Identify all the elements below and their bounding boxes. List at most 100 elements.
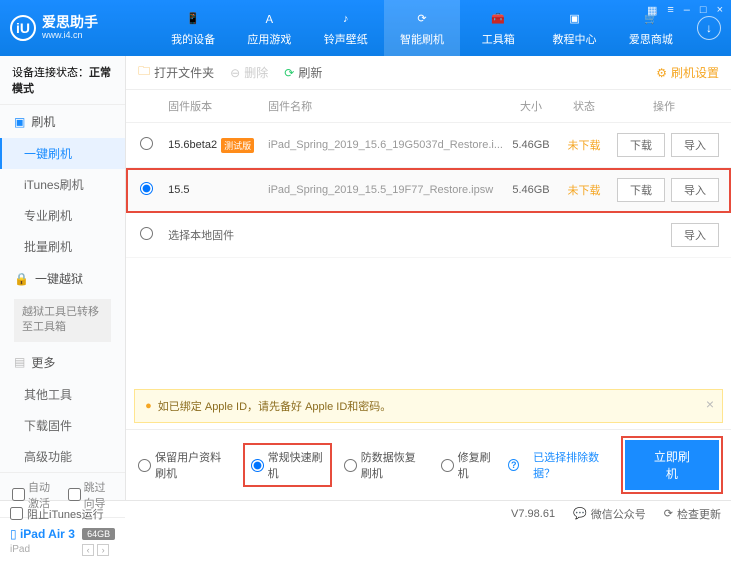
- nav-item-4[interactable]: 🧰工具箱: [460, 0, 536, 56]
- info-icon[interactable]: ?: [508, 459, 519, 471]
- nav-item-5[interactable]: ▣教程中心: [536, 0, 612, 56]
- device-prev-icon[interactable]: ‹: [82, 544, 94, 556]
- toolbar: 🗀打开文件夹 ⊖删除 ⟳刷新 ⚙刷机设置: [126, 56, 731, 90]
- nav-label: 铃声壁纸: [324, 31, 368, 47]
- nav-icon: ▣: [566, 10, 584, 28]
- firmware-version: 15.5: [168, 184, 268, 196]
- firmware-row[interactable]: 15.6beta2 测试版 iPad_Spring_2019_15.6_19G5…: [126, 123, 731, 168]
- device-icon: ▯: [10, 527, 17, 541]
- nav-label: 我的设备: [171, 31, 215, 47]
- th-name: 固件名称: [268, 98, 503, 114]
- sidebar-item[interactable]: iTunes刷机: [0, 169, 125, 200]
- local-firmware-row[interactable]: 选择本地固件 导入: [126, 213, 731, 258]
- sidebar-head-more[interactable]: ▤ 更多: [0, 346, 125, 379]
- sidebar-head-jailbreak-label: 一键越狱: [35, 270, 83, 287]
- appleid-warning: ● 如已绑定 Apple ID，请先备好 Apple ID和密码。 ×: [134, 389, 723, 423]
- logo-icon: iU: [10, 15, 36, 41]
- gear-icon: ⚙: [656, 66, 667, 80]
- sidebar-item[interactable]: 一键刷机: [0, 138, 125, 169]
- delete-icon: ⊖: [230, 66, 240, 80]
- sidebar-head-more-label: 更多: [31, 354, 55, 371]
- nav-item-2[interactable]: ♪ 铃声壁纸: [308, 0, 384, 56]
- window-controls: ▦ ≡ – □ ×: [647, 4, 723, 17]
- check-update-link[interactable]: ⟳检查更新: [664, 506, 721, 522]
- sidebar-head-flash-label: 刷机: [31, 113, 55, 130]
- firmware-name: iPad_Spring_2019_15.6_19G5037d_Restore.i…: [268, 139, 503, 151]
- nav-icon: Ａ: [260, 10, 278, 28]
- flash-settings-link[interactable]: ⚙刷机设置: [656, 64, 719, 81]
- nav-icon: ⟳: [413, 10, 431, 28]
- refresh-icon: ⟳: [284, 66, 294, 80]
- download-button[interactable]: 下载: [617, 133, 665, 157]
- import-button[interactable]: 导入: [671, 133, 719, 157]
- th-version: 固件版本: [168, 98, 268, 114]
- normal-fast-option[interactable]: 常规快速刷机: [245, 445, 330, 485]
- delete-button[interactable]: ⊖删除: [230, 64, 268, 81]
- nav-item-1[interactable]: Ａ应用游戏: [231, 0, 307, 56]
- table-header: 固件版本 固件名称 大小 状态 操作: [126, 90, 731, 123]
- sidebar-item[interactable]: 高级功能: [0, 441, 125, 472]
- main-panel: 🗀打开文件夹 ⊖删除 ⟳刷新 ⚙刷机设置 固件版本 固件名称 大小 状态 操作 …: [126, 56, 731, 500]
- download-indicator-icon[interactable]: ↓: [697, 16, 721, 40]
- device-name: iPad Air 3: [20, 527, 75, 541]
- firmware-size: 5.46GB: [503, 139, 559, 151]
- more-icon: ▤: [14, 355, 25, 369]
- top-nav: 📱我的设备Ａ应用游戏♪铃声壁纸⟳智能刷机🧰工具箱▣教程中心🛒爱思商城: [155, 0, 689, 56]
- block-itunes-checkbox[interactable]: 阻止iTunes运行: [10, 506, 104, 522]
- nav-icon: ♪: [337, 10, 355, 28]
- th-size: 大小: [503, 98, 559, 114]
- flash-now-button[interactable]: 立即刷机: [625, 440, 719, 490]
- sidebar-head-flash[interactable]: ▣ 刷机: [0, 105, 125, 138]
- app-logo: iU 爱思助手 www.i4.cn: [10, 15, 155, 41]
- minimize-icon[interactable]: –: [684, 4, 690, 17]
- keep-data-option[interactable]: 保留用户资料刷机: [138, 449, 231, 481]
- wechat-link[interactable]: 💬微信公众号: [573, 506, 646, 522]
- sidebar-item[interactable]: 专业刷机: [0, 200, 125, 231]
- list-icon[interactable]: ≡: [667, 4, 673, 17]
- sidebar-item[interactable]: 批量刷机: [0, 231, 125, 262]
- nav-icon: 📱: [184, 10, 202, 28]
- import-button[interactable]: 导入: [671, 178, 719, 202]
- device-next-icon[interactable]: ›: [97, 544, 109, 556]
- anti-recovery-option[interactable]: 防数据恢复刷机: [344, 449, 427, 481]
- brand-name: 爱思助手: [42, 15, 98, 30]
- refresh-button[interactable]: ⟳刷新: [284, 64, 322, 81]
- warning-text: 如已绑定 Apple ID，请先备好 Apple ID和密码。: [158, 398, 392, 414]
- firmware-radio[interactable]: [140, 182, 153, 195]
- conn-status-label: 设备连接状态：: [12, 67, 89, 79]
- sidebar-item[interactable]: 下载固件: [0, 410, 125, 441]
- close-icon[interactable]: ×: [717, 4, 723, 17]
- warning-close-icon[interactable]: ×: [706, 396, 714, 412]
- firmware-status: 未下载: [559, 182, 609, 198]
- maximize-icon[interactable]: □: [700, 4, 707, 17]
- local-firmware-radio[interactable]: [140, 227, 153, 240]
- open-folder-button[interactable]: 🗀打开文件夹: [138, 62, 214, 83]
- exclude-data-link[interactable]: 已选择排除数据？: [533, 449, 611, 481]
- sidebar: 设备连接状态：正常模式 ▣刷机 一键刷机iTunes刷机专业刷机批量刷机 🔒一键…: [0, 56, 126, 500]
- firmware-name: iPad_Spring_2019_15.5_19F77_Restore.ipsw: [268, 184, 503, 196]
- device-type: iPad: [10, 544, 30, 555]
- repair-option[interactable]: 修复刷机: [441, 449, 495, 481]
- menu-icon[interactable]: ▦: [647, 4, 657, 17]
- beta-badge: 测试版: [221, 138, 254, 153]
- nav-item-3[interactable]: ⟳智能刷机: [384, 0, 460, 56]
- sidebar-head-jailbreak[interactable]: 🔒 一键越狱: [0, 262, 125, 295]
- folder-icon: 🗀: [138, 62, 150, 83]
- sidebar-item[interactable]: 其他工具: [0, 379, 125, 410]
- nav-item-0[interactable]: 📱 我的设备: [155, 0, 231, 56]
- device-storage-badge: 64GB: [82, 528, 115, 540]
- flash-options: 保留用户资料刷机 常规快速刷机 防数据恢复刷机 修复刷机 ? 已选择排除数据？ …: [126, 429, 731, 500]
- download-button[interactable]: 下载: [617, 178, 665, 202]
- update-icon: ⟳: [664, 507, 673, 520]
- firmware-version: 15.6beta2 测试版: [168, 138, 268, 153]
- th-action: 操作: [609, 98, 719, 114]
- device-info[interactable]: ▯ iPad Air 3 iPad 64GB ‹ ›: [0, 517, 125, 564]
- firmware-radio[interactable]: [140, 137, 153, 150]
- import-button[interactable]: 导入: [671, 223, 719, 247]
- firmware-row[interactable]: 15.5 iPad_Spring_2019_15.5_19F77_Restore…: [126, 168, 731, 213]
- flash-icon: ▣: [14, 115, 25, 129]
- jailbreak-note: 越狱工具已转移至工具箱: [14, 299, 111, 342]
- lock-icon: 🔒: [14, 272, 29, 286]
- nav-icon: 🧰: [489, 10, 507, 28]
- wechat-icon: 💬: [573, 507, 587, 520]
